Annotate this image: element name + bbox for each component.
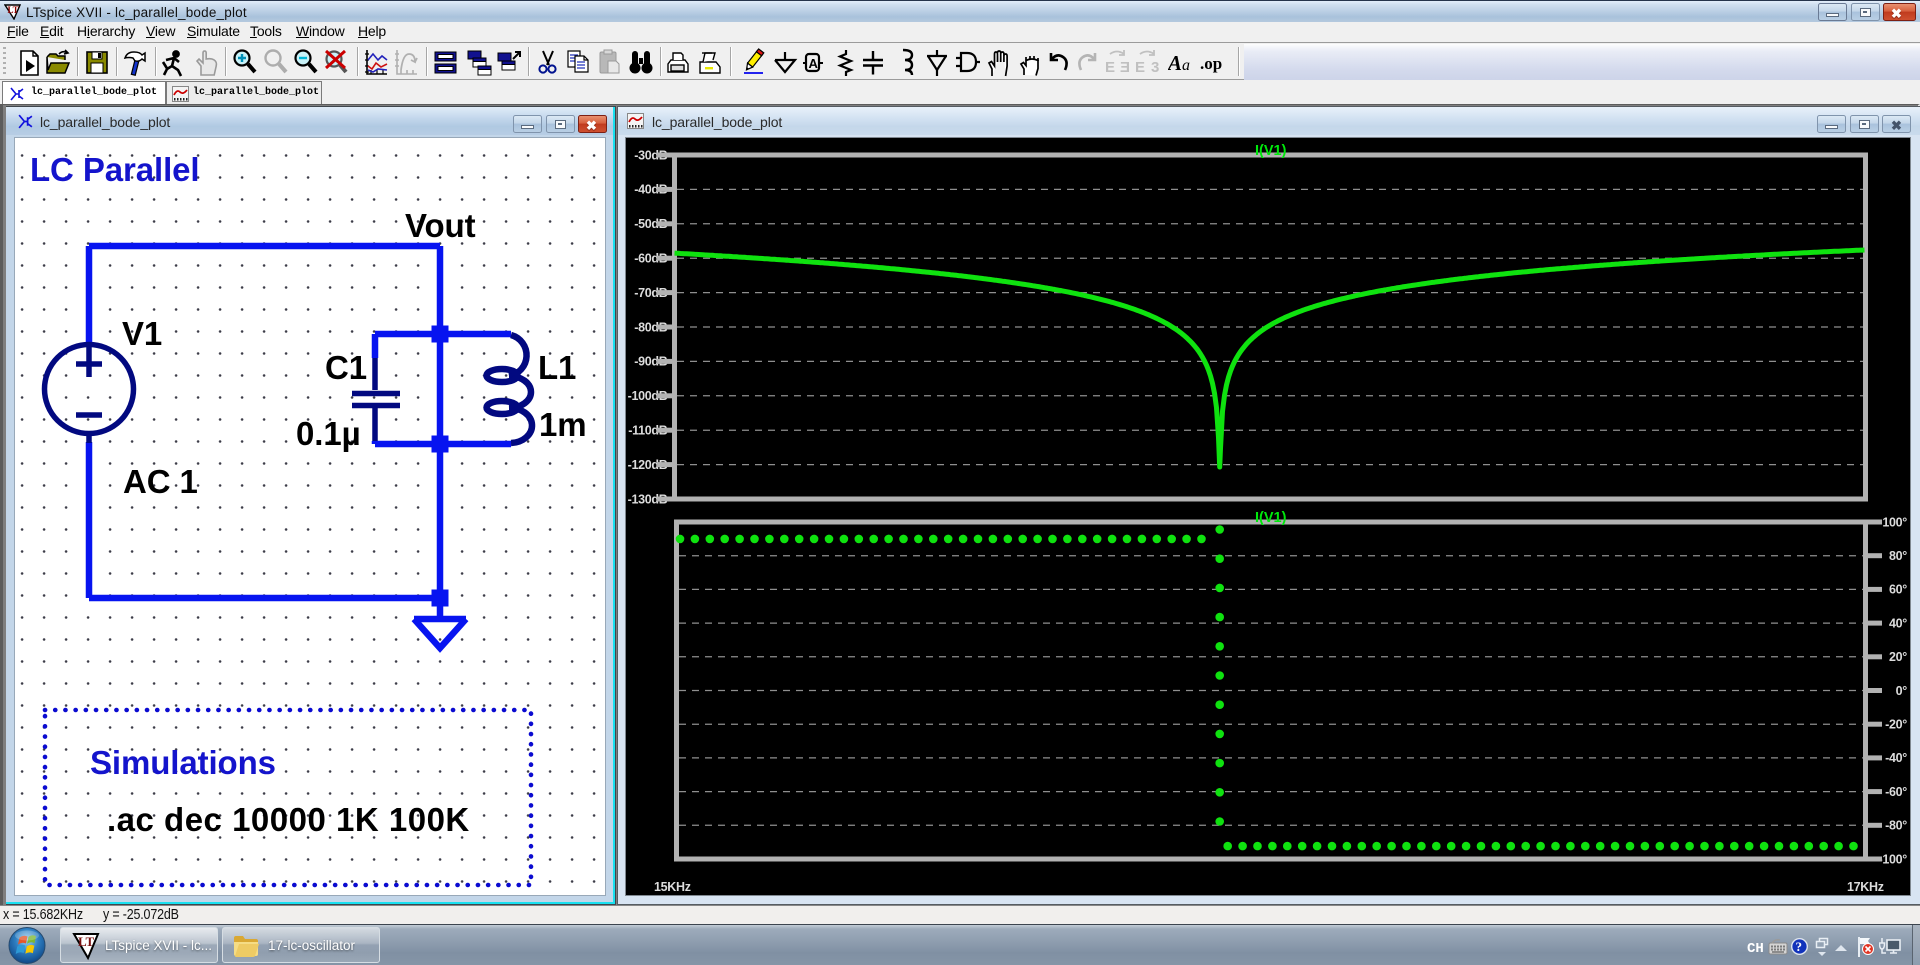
svg-text:?: ? bbox=[1796, 939, 1803, 954]
svg-text:20°: 20° bbox=[1889, 650, 1907, 664]
svg-text:LT: LT bbox=[8, 5, 19, 15]
svg-text:0°: 0° bbox=[1896, 684, 1908, 698]
svg-text:3: 3 bbox=[1151, 59, 1159, 76]
svg-text:80°: 80° bbox=[1889, 549, 1907, 563]
svg-text:-80°: -80° bbox=[1885, 819, 1907, 833]
svg-text:15KHz: 15KHz bbox=[654, 880, 691, 894]
svg-text:-100°: -100° bbox=[1878, 852, 1907, 866]
svg-text:E: E bbox=[1105, 59, 1115, 76]
svg-text:A: A bbox=[1168, 51, 1182, 75]
svg-text:-20°: -20° bbox=[1885, 718, 1907, 732]
svg-text:LT: LT bbox=[78, 934, 94, 949]
svg-text:I(V1): I(V1) bbox=[1255, 143, 1287, 159]
svg-text:E: E bbox=[1120, 59, 1130, 76]
svg-text:17KHz: 17KHz bbox=[1847, 880, 1884, 894]
svg-text:A: A bbox=[809, 56, 819, 71]
svg-text:40°: 40° bbox=[1889, 616, 1907, 630]
svg-text:100°: 100° bbox=[1882, 515, 1907, 529]
svg-text:I(V1): I(V1) bbox=[1255, 510, 1287, 526]
svg-text:60°: 60° bbox=[1889, 583, 1907, 597]
svg-text:-40°: -40° bbox=[1885, 751, 1907, 765]
svg-text:E: E bbox=[1135, 59, 1145, 76]
svg-text:a: a bbox=[1182, 57, 1190, 74]
svg-text:-60°: -60° bbox=[1885, 785, 1907, 799]
svg-text:.op: .op bbox=[1200, 54, 1222, 73]
